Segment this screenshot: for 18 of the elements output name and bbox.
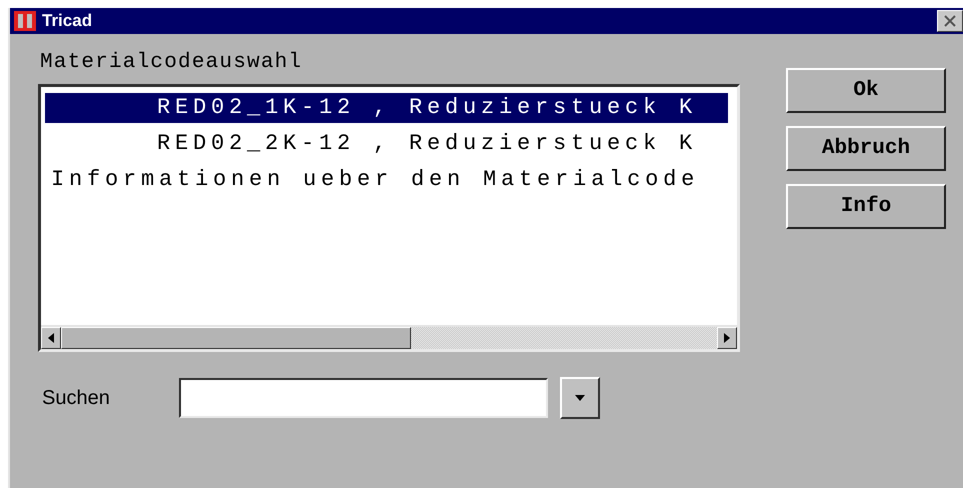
window-title: Tricad — [42, 11, 94, 31]
list-item[interactable]: RED02_2K-12 , Reduzierstueck K — [45, 129, 728, 159]
search-label: Suchen — [41, 386, 111, 410]
dialog-button[interactable]: Info — [786, 184, 946, 229]
app-icon — [14, 11, 36, 31]
left-arrow-icon — [48, 333, 54, 343]
list-item[interactable]: Informationen ueber den Materialcode — [45, 165, 728, 195]
caret-icon — [575, 395, 585, 401]
dropdown-button[interactable] — [560, 377, 600, 419]
list-label: Materialcodeauswahl — [39, 51, 304, 75]
horizontal-scrollbar[interactable] — [41, 325, 737, 349]
close-icon — [943, 15, 957, 27]
right-arrow-icon — [724, 333, 730, 343]
close-button[interactable] — [937, 10, 963, 32]
list-item[interactable]: RED02_1K-12 , Reduzierstueck K — [45, 93, 728, 123]
dialog-button[interactable]: Abbruch — [786, 126, 946, 171]
dialog-button[interactable]: Ok — [786, 68, 946, 113]
search-field[interactable] — [179, 378, 548, 418]
